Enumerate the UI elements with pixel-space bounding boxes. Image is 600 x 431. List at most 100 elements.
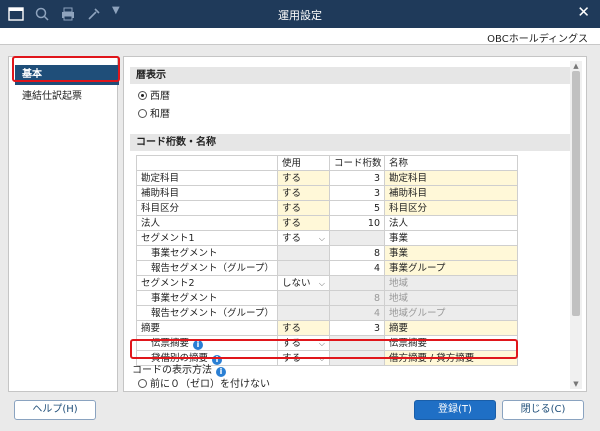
row-label: セグメント2 xyxy=(136,275,278,291)
chevron-down-icon[interactable]: ⌵ xyxy=(319,352,325,365)
info-icon[interactable]: i xyxy=(212,354,223,365)
use-cell[interactable]: する xyxy=(277,200,330,216)
row-label-text: 伝票摘要 xyxy=(151,337,190,349)
radio-selected-icon xyxy=(138,91,147,100)
code-display-label: コードの表示方法 xyxy=(132,365,212,376)
use-cell xyxy=(277,290,330,306)
digits-cell[interactable]: 10 xyxy=(329,215,385,231)
use-dropdown[interactable]: しない ⌵ xyxy=(277,275,330,291)
use-cell[interactable]: する xyxy=(277,320,330,336)
digits-cell[interactable]: 5 xyxy=(329,200,385,216)
table-row: 勘定科目 する 3 勘定科目 xyxy=(136,170,518,186)
digits-cell xyxy=(329,275,385,291)
info-icon[interactable]: i xyxy=(216,367,226,377)
chevron-down-icon[interactable]: ⌵ xyxy=(319,277,325,290)
code-display-heading: コードの表示方法 i xyxy=(132,364,226,378)
digits-cell[interactable]: 3 xyxy=(329,170,385,186)
chevron-down-icon[interactable]: ⌵ xyxy=(319,232,325,245)
radio-seireki[interactable]: 西暦 xyxy=(138,90,170,104)
use-value: する xyxy=(282,337,302,349)
radio-wareki[interactable]: 和暦 xyxy=(138,108,170,122)
row-label: 事業セグメント xyxy=(136,290,278,306)
name-cell: 地域グループ xyxy=(384,305,518,321)
row-label: 勘定科目 xyxy=(136,170,278,186)
name-cell[interactable]: 伝票摘要 xyxy=(384,335,518,351)
sidebar-item-consolidation-journal[interactable]: 連結仕訳起票 xyxy=(15,87,119,107)
table-row: 事業セグメント 8 事業 xyxy=(136,245,518,261)
table-row: 報告セグメント（グループ） 4 地域グループ xyxy=(136,305,518,321)
table-row: 事業セグメント 8 地域 xyxy=(136,290,518,306)
digits-cell[interactable]: 3 xyxy=(329,320,385,336)
digits-cell: 4 xyxy=(329,305,385,321)
radio-no-leading-zero[interactable]: 前に０（ゼロ）を付けない xyxy=(138,378,270,391)
chevron-down-icon[interactable]: ⌵ xyxy=(319,337,325,350)
company-name: OBCホールディングス xyxy=(487,34,588,45)
use-cell[interactable]: する xyxy=(277,170,330,186)
help-button[interactable]: ヘルプ(H) xyxy=(14,400,96,420)
scrollbar-thumb[interactable] xyxy=(572,71,580,316)
name-cell[interactable]: 借方摘要 / 貸方摘要 xyxy=(384,350,518,366)
radio-label: 西暦 xyxy=(150,91,170,102)
name-cell[interactable]: 事業グループ xyxy=(384,260,518,276)
header-digits: コード桁数 xyxy=(329,155,385,171)
use-value: する xyxy=(282,232,302,244)
row-label: 科目区分 xyxy=(136,200,278,216)
row-label: 報告セグメント（グループ） xyxy=(136,260,278,276)
digits-cell xyxy=(329,335,385,351)
digits-cell: 8 xyxy=(329,290,385,306)
header-name: 名称 xyxy=(384,155,518,171)
name-cell[interactable]: 摘要 xyxy=(384,320,518,336)
row-label: 補助科目 xyxy=(136,185,278,201)
name-cell[interactable]: 補助科目 xyxy=(384,185,518,201)
name-cell[interactable]: 事業 xyxy=(384,230,518,246)
table-row: 摘要 する 3 摘要 xyxy=(136,320,518,336)
name-cell[interactable]: 法人 xyxy=(384,215,518,231)
use-cell[interactable]: する xyxy=(277,185,330,201)
radio-label: 前に０（ゼロ）を付けない xyxy=(150,379,270,390)
header-item xyxy=(136,155,278,171)
scroll-down-icon[interactable]: ▼ xyxy=(572,380,580,388)
info-icon[interactable]: i xyxy=(193,339,204,350)
table-header-row: 使用 コード桁数 名称 xyxy=(136,155,518,171)
table-row: 補助科目 する 3 補助科目 xyxy=(136,185,518,201)
use-dropdown[interactable]: する ⌵ xyxy=(277,230,330,246)
settings-panel: 暦表示 西暦 和暦 コード桁数・名称 使用 コード桁数 名称 勘定科目 する 3… xyxy=(123,56,587,392)
use-dropdown[interactable]: する ⌵ xyxy=(277,350,330,366)
sidebar-item-basic[interactable]: 基本 xyxy=(15,65,119,85)
row-label: 伝票摘要 i xyxy=(136,335,278,351)
table-row: 伝票摘要 i する ⌵ 伝票摘要 xyxy=(136,335,518,351)
vertical-scrollbar[interactable]: ▲ ▼ xyxy=(570,61,582,389)
section-codes: コード桁数・名称 xyxy=(130,134,572,151)
close-button[interactable]: 閉じる(C) xyxy=(502,400,584,420)
use-dropdown[interactable]: する ⌵ xyxy=(277,335,330,351)
close-icon[interactable]: ✕ xyxy=(577,3,590,21)
digits-cell[interactable]: 3 xyxy=(329,185,385,201)
window-title: 運用設定 xyxy=(278,9,322,22)
use-value: しない xyxy=(282,277,311,289)
name-cell[interactable]: 勘定科目 xyxy=(384,170,518,186)
use-value: する xyxy=(282,352,302,364)
name-cell[interactable]: 事業 xyxy=(384,245,518,261)
digits-cell[interactable]: 4 xyxy=(329,260,385,276)
digits-cell xyxy=(329,350,385,366)
row-label: セグメント1 xyxy=(136,230,278,246)
sidebar: 基本 連結仕訳起票 xyxy=(8,56,119,392)
use-cell[interactable]: する xyxy=(277,215,330,231)
digits-cell[interactable]: 8 xyxy=(329,245,385,261)
name-cell: 地域 xyxy=(384,275,518,291)
table-row: 法人 する 10 法人 xyxy=(136,215,518,231)
name-cell[interactable]: 科目区分 xyxy=(384,200,518,216)
row-label: 摘要 xyxy=(136,320,278,336)
use-cell xyxy=(277,245,330,261)
table-row: 報告セグメント（グループ） 4 事業グループ xyxy=(136,260,518,276)
row-label: 事業セグメント xyxy=(136,245,278,261)
scroll-up-icon[interactable]: ▲ xyxy=(572,62,580,70)
radio-label: 和暦 xyxy=(150,109,170,120)
section-calendar: 暦表示 xyxy=(130,67,572,84)
register-button[interactable]: 登録(T) xyxy=(414,400,496,420)
title-bar: ▼ 運用設定 ✕ xyxy=(0,0,600,28)
table-row: セグメント2 しない ⌵ 地域 xyxy=(136,275,518,291)
use-cell xyxy=(277,305,330,321)
row-label: 法人 xyxy=(136,215,278,231)
header-use: 使用 xyxy=(277,155,330,171)
